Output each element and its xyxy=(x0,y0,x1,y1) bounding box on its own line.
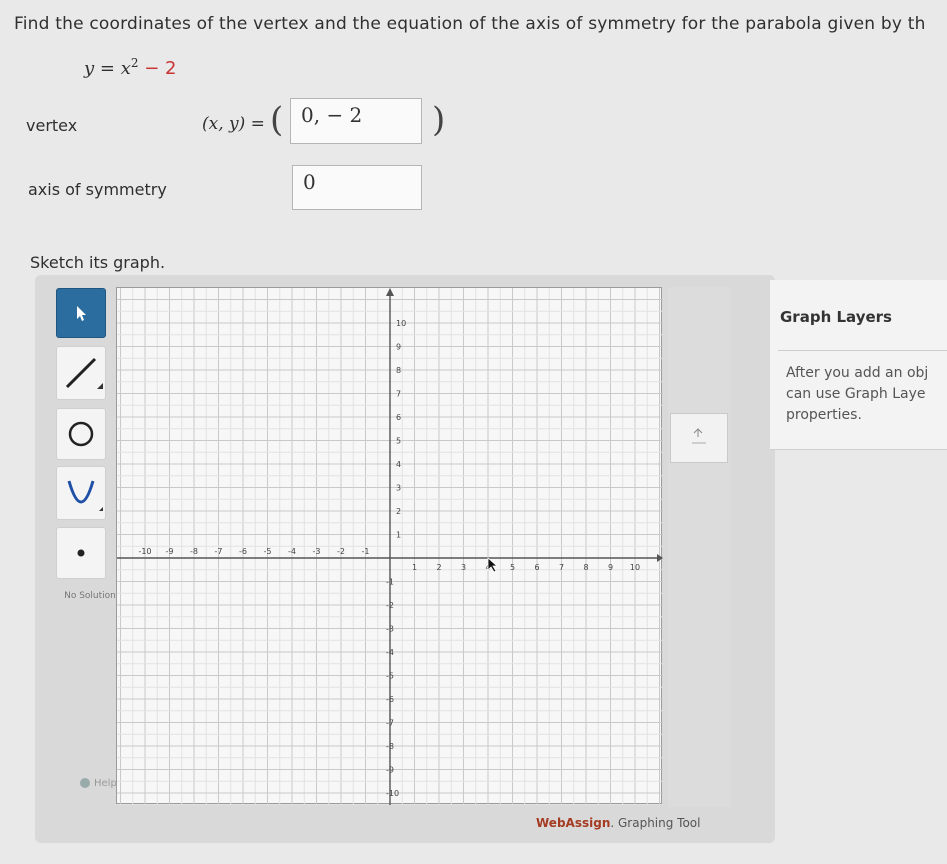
x-tick-label: -6 xyxy=(239,547,247,556)
x-tick-label: 6 xyxy=(534,563,539,572)
graph-layers-title: Graph Layers xyxy=(780,308,892,326)
x-tick-label: -5 xyxy=(264,547,272,556)
no-solution-button[interactable]: No Solution xyxy=(60,590,120,602)
y-tick-label: 5 xyxy=(396,437,401,446)
y-tick-label: -6 xyxy=(386,695,394,704)
x-tick-label: 9 xyxy=(608,563,613,572)
layers-text-line: After you add an obj xyxy=(786,365,929,381)
y-tick-label: 7 xyxy=(396,390,401,399)
y-tick-label: -9 xyxy=(386,766,394,775)
circle-tool-button[interactable] xyxy=(56,408,106,460)
x-tick-label: -10 xyxy=(138,547,151,556)
x-tick-label: -3 xyxy=(313,547,321,556)
x-tick-label: 1 xyxy=(412,563,417,572)
point-icon xyxy=(77,549,85,557)
x-tick-label: -2 xyxy=(337,547,345,556)
vertex-close-paren: ) xyxy=(432,100,446,140)
vertex-answer-field[interactable]: 0, − 2 xyxy=(290,98,422,144)
y-tick-label: 9 xyxy=(396,343,401,352)
x-tick-label: -9 xyxy=(166,547,174,556)
line-icon xyxy=(65,357,103,389)
coordinate-grid[interactable]: -10-9-8-7-6-5-4-3-2-11234567891010987654… xyxy=(117,288,663,806)
layers-text-line: can use Graph Laye xyxy=(786,386,926,402)
axis-of-symmetry-label: axis of symmetry xyxy=(28,180,167,199)
expand-icon xyxy=(692,428,706,444)
y-tick-label: 1 xyxy=(396,531,401,540)
panel-resize-handle[interactable] xyxy=(670,413,728,463)
x-tick-label: -1 xyxy=(362,547,370,556)
help-label: Help xyxy=(94,778,117,789)
x-tick-label: 7 xyxy=(559,563,564,572)
y-tick-label: -8 xyxy=(386,742,394,751)
x-tick-label: -7 xyxy=(215,547,223,556)
line-tool-button[interactable] xyxy=(56,346,106,400)
y-tick-label: 4 xyxy=(396,460,401,469)
y-tick-label: 8 xyxy=(396,366,401,375)
vertex-label: vertex xyxy=(26,116,78,135)
pointer-icon xyxy=(77,306,86,321)
layers-text-line: properties. xyxy=(786,407,862,423)
y-tick-label: -7 xyxy=(386,719,394,728)
y-tick-label: 2 xyxy=(396,507,401,516)
parabola-icon xyxy=(67,480,103,511)
x-tick-label: 10 xyxy=(630,563,640,572)
equation-exponent: 2 xyxy=(130,56,139,70)
sketch-instruction: Sketch its graph. xyxy=(30,253,166,272)
y-tick-label: -5 xyxy=(386,672,394,681)
equation-lhs: y = x xyxy=(84,58,131,79)
y-tick-label: -1 xyxy=(386,578,394,587)
graph-side-strip xyxy=(668,287,730,807)
y-tick-label: -10 xyxy=(386,789,399,798)
x-tick-label: 8 xyxy=(583,563,588,572)
vertex-open-paren: ( xyxy=(270,100,284,140)
y-tick-label: 3 xyxy=(396,484,401,493)
y-tick-label: -3 xyxy=(386,625,394,634)
webassign-branding: WebAssign. Graphing Tool xyxy=(536,816,700,830)
parabola-equation: y = x2 − 2 xyxy=(84,56,176,79)
xy-label: (x, y) = xyxy=(202,114,265,134)
x-tick-label: 3 xyxy=(461,563,466,572)
graph-layers-panel: Graph Layers After you add an obj can us… xyxy=(770,280,947,450)
y-tick-label: 10 xyxy=(396,319,406,328)
circle-icon xyxy=(68,421,94,447)
pointer-tool-button[interactable] xyxy=(56,288,106,338)
graph-canvas[interactable]: -10-9-8-7-6-5-4-3-2-11234567891010987654… xyxy=(116,287,663,806)
x-tick-label: -4 xyxy=(288,547,296,556)
x-tick-label: 2 xyxy=(436,563,441,572)
graph-layers-help-text: After you add an obj can use Graph Laye … xyxy=(786,363,947,426)
brand-suffix: . Graphing Tool xyxy=(610,816,701,830)
question-prompt: Find the coordinates of the vertex and t… xyxy=(14,14,926,34)
x-tick-label: -8 xyxy=(190,547,198,556)
y-tick-label: -2 xyxy=(386,601,394,610)
parabola-tool-button[interactable] xyxy=(56,466,106,520)
axis-of-symmetry-answer-field[interactable]: 0 xyxy=(292,165,422,210)
point-tool-button[interactable] xyxy=(56,527,106,579)
help-icon xyxy=(80,778,90,788)
help-link[interactable]: Help xyxy=(80,778,117,789)
brand-name: WebAssign xyxy=(536,816,611,830)
equation-constant: − 2 xyxy=(138,58,177,79)
y-tick-label: 6 xyxy=(396,413,401,422)
y-axis-arrow xyxy=(386,288,394,296)
x-tick-label: 5 xyxy=(510,563,515,572)
layers-divider xyxy=(778,350,947,351)
y-tick-label: -4 xyxy=(386,648,394,657)
